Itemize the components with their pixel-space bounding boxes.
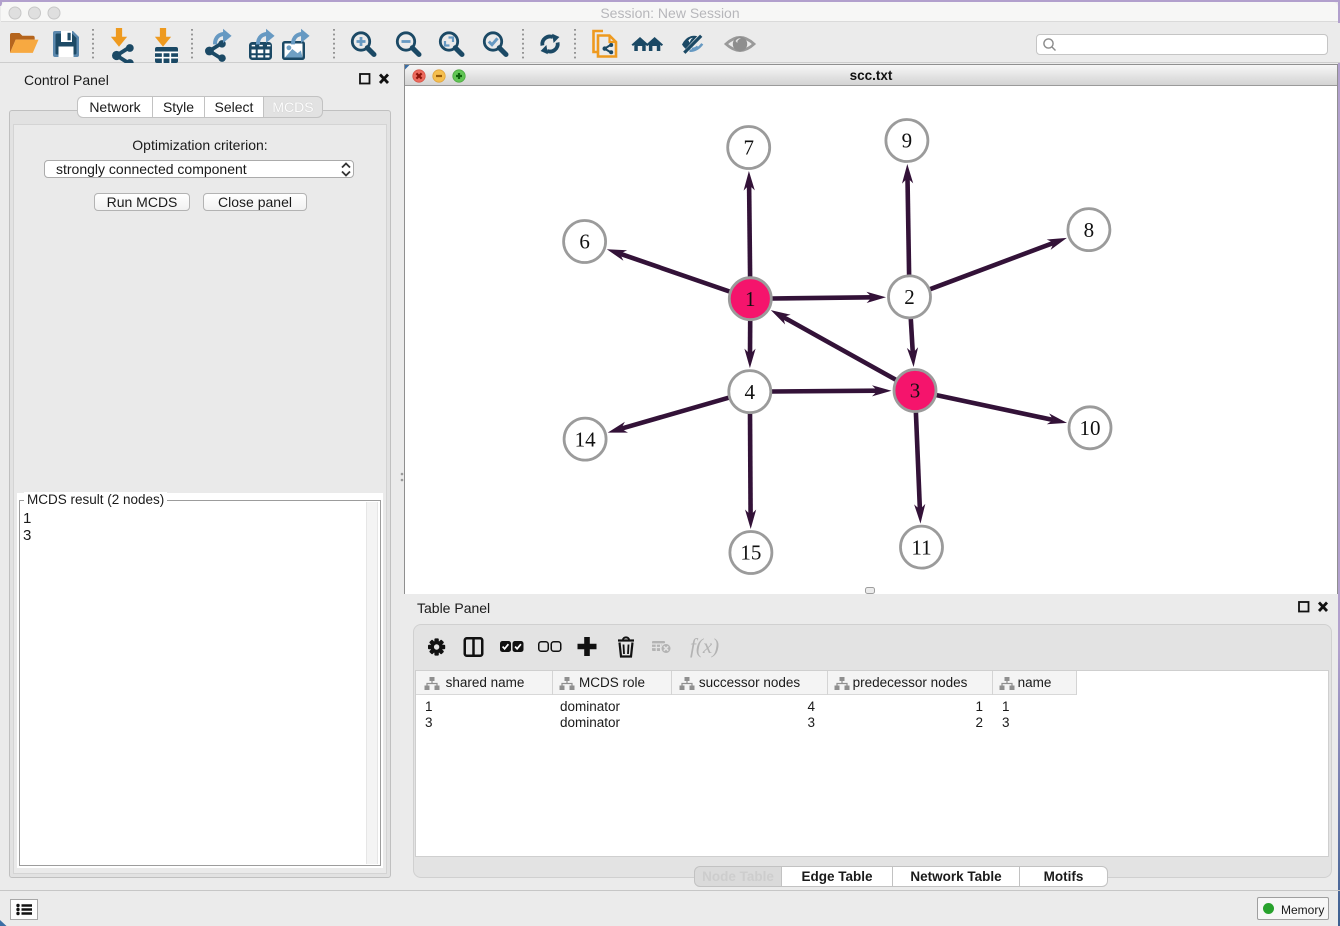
svg-text:14: 14	[575, 427, 597, 451]
svg-text:3: 3	[910, 379, 921, 403]
svg-text:2: 2	[904, 285, 915, 309]
svg-text:1: 1	[745, 287, 756, 311]
svg-text:10: 10	[1080, 416, 1101, 440]
svg-text:4: 4	[745, 380, 756, 404]
svg-text:15: 15	[740, 541, 761, 565]
svg-text:6: 6	[579, 230, 590, 254]
svg-text:8: 8	[1084, 218, 1095, 242]
svg-text:11: 11	[911, 535, 931, 559]
svg-text:9: 9	[902, 129, 913, 153]
svg-text:7: 7	[743, 136, 754, 160]
